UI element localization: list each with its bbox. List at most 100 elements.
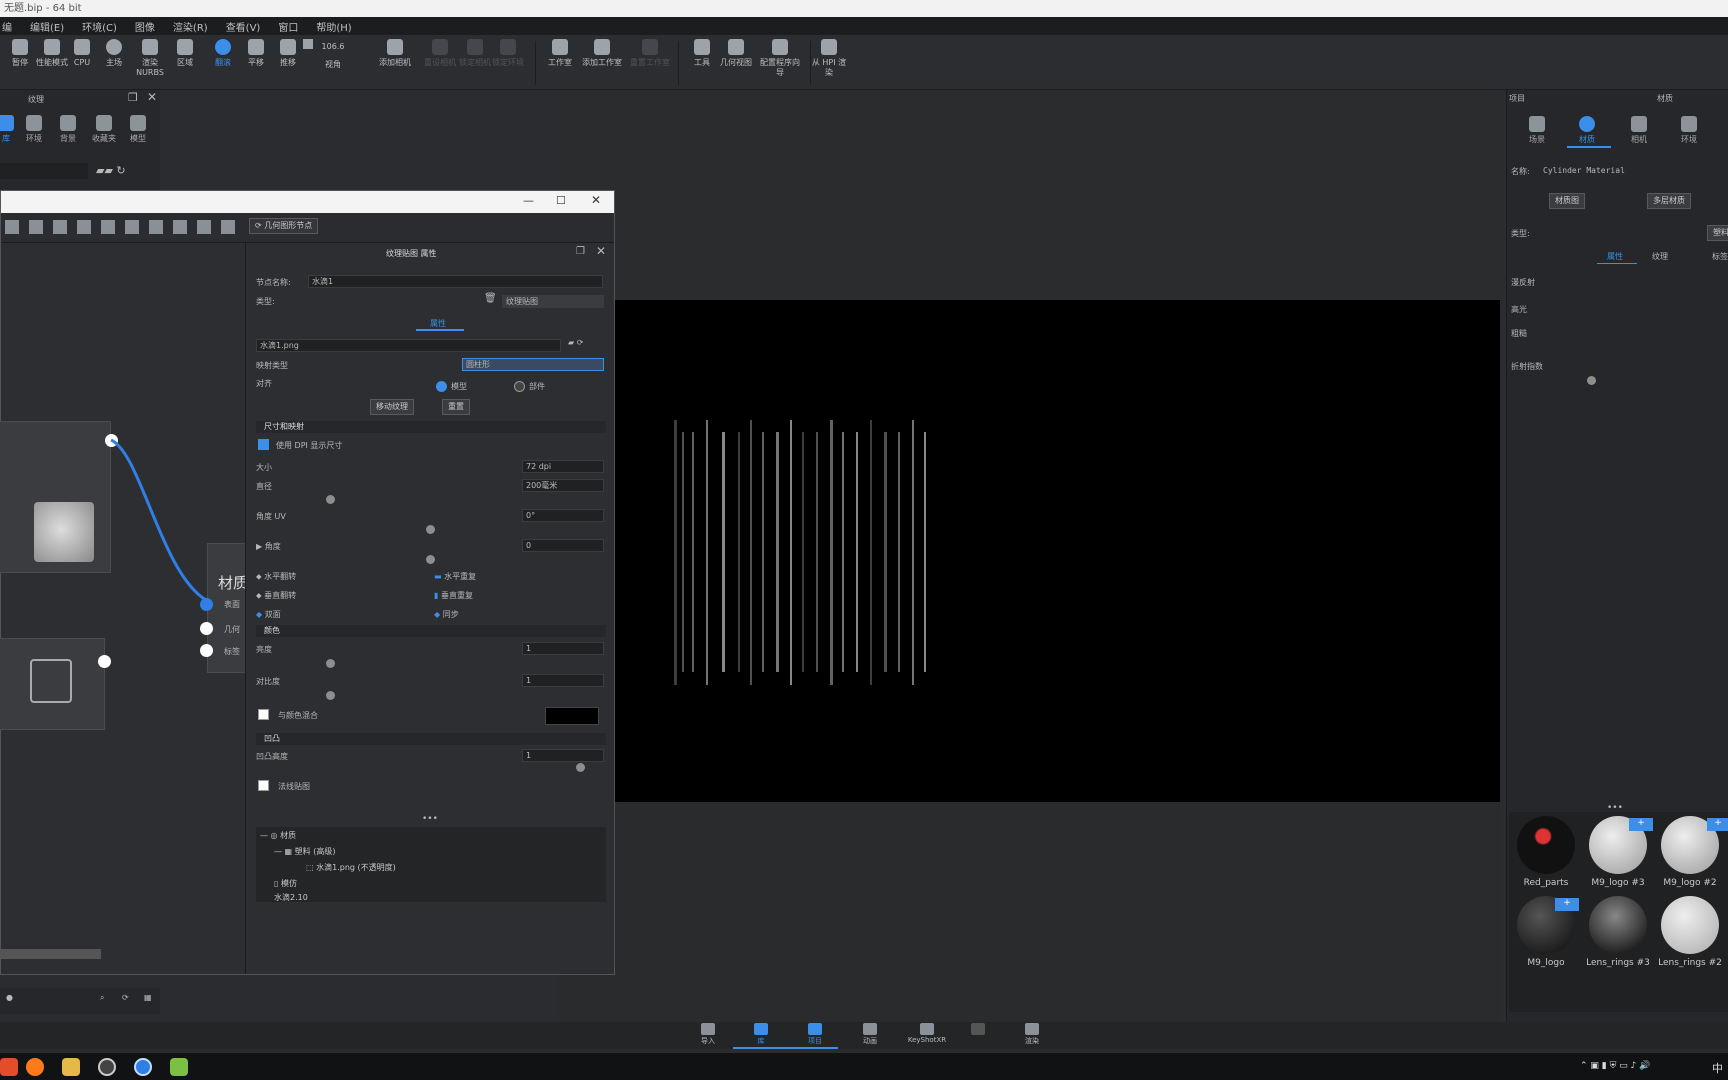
reset-camera-button[interactable]: 重设相机 — [420, 39, 460, 68]
tree-item-material[interactable]: — ◎ 材质 — [260, 830, 296, 841]
tab-environment-right[interactable]: 环境 — [1671, 116, 1707, 145]
add-camera-button[interactable]: 添加相机 — [375, 39, 415, 68]
more-dots[interactable]: ••• — [422, 814, 438, 824]
add-studio-button[interactable]: 添加工作室 — [582, 39, 622, 68]
thumb-lens-rings-3[interactable] — [1589, 896, 1647, 954]
sync-toggle[interactable]: ◆ 同步 — [434, 609, 459, 620]
project-button[interactable]: 项目 — [795, 1023, 835, 1046]
menu-item-render[interactable]: 渲染(R) — [173, 19, 208, 34]
menu-item-edit[interactable]: 编辑(E) — [30, 19, 64, 34]
close-icon[interactable]: ✕ — [596, 244, 606, 258]
thumb-lens-rings-2[interactable] — [1661, 896, 1719, 954]
firefox-icon[interactable] — [26, 1058, 44, 1076]
animation-button[interactable]: 动画 — [850, 1023, 890, 1046]
size-input[interactable]: 72 dpi — [522, 460, 604, 473]
repeat-vertical-toggle[interactable]: ▮ 垂直重复 — [434, 590, 473, 601]
menu-item-environment[interactable]: 环境(C) — [82, 19, 117, 34]
blank-button[interactable] — [958, 1023, 998, 1036]
geometry-view-button[interactable]: 几何视图 — [716, 39, 756, 68]
float-icon[interactable]: ❐ — [576, 246, 585, 257]
app-icon[interactable] — [0, 1058, 18, 1076]
region-button[interactable]: 区域 — [165, 39, 205, 68]
thumb-red-parts[interactable] — [1517, 816, 1575, 874]
reset-studio-button[interactable]: 重置工作室 — [630, 39, 670, 68]
align-part-radio[interactable] — [514, 381, 525, 392]
angle-slider[interactable] — [426, 555, 435, 564]
multi-material-button[interactable]: 多层材质 — [1647, 193, 1691, 209]
material-name-field[interactable]: Cylinder Material — [1543, 166, 1625, 175]
normal-map-checkbox[interactable] — [258, 780, 269, 791]
render-nurbs-button[interactable]: 渲染NURBS — [130, 39, 170, 78]
contrast-slider[interactable] — [326, 691, 335, 700]
tab-material[interactable]: 材质 — [1569, 116, 1605, 145]
angle-uv-input[interactable]: 0° — [522, 509, 604, 522]
angle-input[interactable]: 0 — [522, 539, 604, 552]
close-icon[interactable]: ✕ — [591, 193, 601, 207]
mapping-type-select[interactable]: 圆柱形 — [462, 358, 604, 371]
tab-models[interactable]: 模型 — [120, 115, 156, 144]
tab-scene[interactable]: 场景 — [1519, 116, 1555, 145]
bump-slider[interactable] — [576, 763, 585, 772]
flip-vertical-toggle[interactable]: ⬥ 垂直翻转 — [256, 590, 296, 601]
subtab-properties[interactable]: 属性 — [1607, 251, 1623, 262]
menu-item-help[interactable]: 帮助(H) — [316, 19, 351, 34]
label-input-port[interactable] — [200, 644, 213, 657]
section-size-mapping[interactable]: 尺寸和映射 — [256, 421, 606, 433]
material-graph-button[interactable]: 材质图 — [1549, 193, 1585, 209]
diameter-input[interactable]: 200毫米 — [522, 479, 604, 492]
texture-file-input[interactable]: 水滴1.png — [256, 339, 561, 352]
tree-item-texture-2[interactable]: 水滴2.10 — [274, 892, 308, 903]
tab-camera[interactable]: 相机 — [1621, 116, 1657, 145]
main-sphere-button[interactable]: 主场 — [94, 39, 134, 68]
search-icon[interactable]: ⌕ — [100, 993, 104, 1003]
diameter-slider[interactable] — [326, 495, 335, 504]
library-search-input[interactable] — [0, 163, 88, 179]
contrast-input[interactable]: 1 — [522, 674, 604, 687]
blend-color-checkbox[interactable] — [258, 709, 269, 720]
menu-item[interactable]: 编 — [2, 19, 12, 34]
maximize-icon[interactable]: ☐ — [556, 194, 566, 207]
geometry-input-port[interactable] — [200, 622, 213, 635]
node-graph[interactable]: 材质 表面 几何 标签 — [0, 243, 248, 974]
folder-icon[interactable] — [62, 1058, 80, 1076]
render-button-bottom[interactable]: 渲染 — [1012, 1023, 1052, 1046]
grid-icon[interactable]: ▦ — [144, 993, 152, 1002]
subtab-textures[interactable]: 纹理 — [1652, 251, 1668, 262]
brightness-input[interactable]: 1 — [522, 642, 604, 655]
trash-icon[interactable]: 🗑 — [484, 293, 497, 304]
material-type-select[interactable]: 塑料 — [1707, 225, 1728, 241]
graph-tool-icons[interactable] — [5, 220, 235, 234]
align-model-radio[interactable] — [436, 381, 447, 392]
render-button[interactable]: 从 HPI 渲染 — [808, 39, 850, 78]
graph-scrollbar[interactable] — [1, 949, 101, 959]
app-icon-2[interactable] — [170, 1058, 188, 1076]
close-icon[interactable]: ✕ — [147, 90, 157, 104]
use-dpi-checkbox[interactable] — [258, 439, 269, 450]
refresh-icon[interactable]: ⟳ — [122, 993, 129, 1002]
material-node[interactable]: 材质 表面 几何 标签 — [207, 543, 248, 673]
ime-indicator[interactable]: 中 — [1712, 1060, 1723, 1076]
node-name-input[interactable]: 水滴1 — [308, 275, 603, 288]
menu-item-image[interactable]: 图像 — [135, 19, 155, 34]
tab-environment[interactable]: 环境 — [16, 115, 52, 144]
bump-height-input[interactable]: 1 — [522, 749, 604, 762]
brightness-slider[interactable] — [326, 659, 335, 668]
tray-icons[interactable]: ⌃ ▣ ▮ ⛨ ▭ ♪ 🔊 — [1580, 1061, 1650, 1071]
geometry-node-button[interactable]: ⟳ 几何图形节点 — [249, 218, 319, 234]
keyshotxr-button[interactable]: KeyShotXR — [904, 1023, 950, 1044]
type-select[interactable]: 纹理贴图 — [502, 295, 604, 308]
tab-favorites[interactable]: 收藏夹 — [86, 115, 122, 144]
tree-item-texture[interactable]: ⬚ 水滴1.png (不透明度) — [306, 862, 396, 873]
refraction-slider[interactable] — [1587, 376, 1596, 385]
tree-item-plastic[interactable]: — ▦ 塑料 (高级) — [274, 846, 335, 857]
dolly-button[interactable]: 推移 — [268, 39, 308, 68]
menu-item-view[interactable]: 查看(V) — [226, 19, 261, 34]
menu-item-window[interactable]: 窗口 — [278, 19, 298, 34]
render-viewport[interactable] — [558, 300, 1500, 802]
import-button[interactable]: 导入 — [688, 1023, 728, 1046]
studio-button[interactable]: 工作室 — [540, 39, 580, 68]
two-sided-toggle[interactable]: ◆ 双面 — [256, 609, 281, 620]
angle-uv-slider[interactable] — [426, 525, 435, 534]
tab-backplate[interactable]: 背景 — [50, 115, 86, 144]
blend-color-swatch[interactable] — [545, 707, 599, 725]
